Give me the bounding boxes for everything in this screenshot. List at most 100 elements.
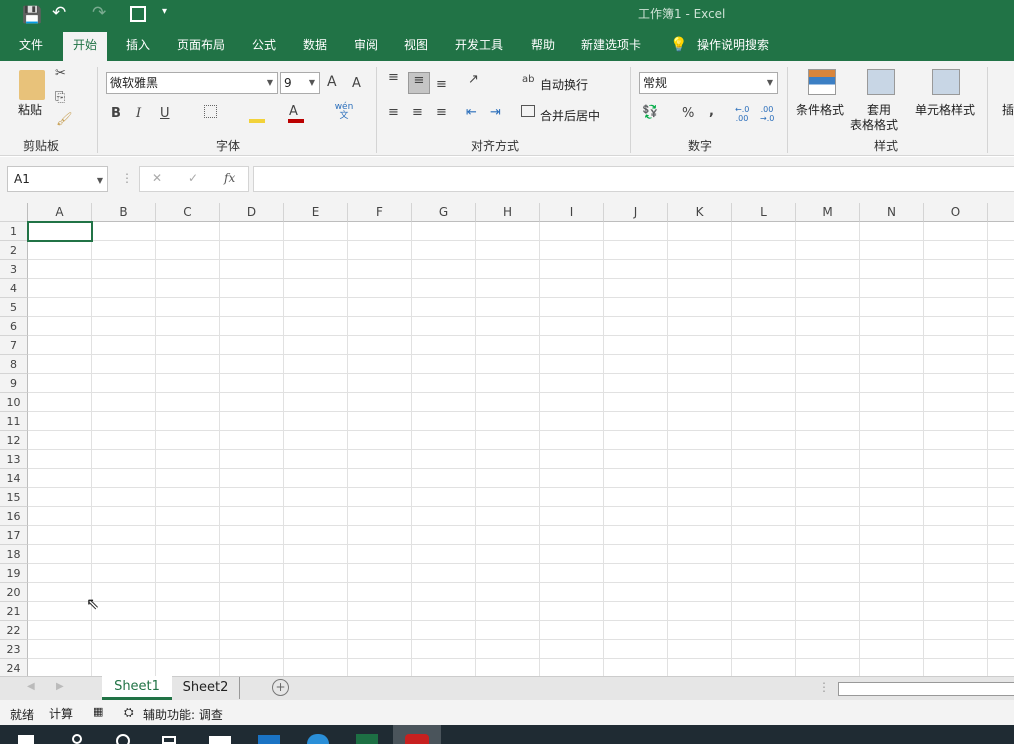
tell-me-search[interactable]: 操作说明搜索 <box>687 32 779 61</box>
increase-decimal-button[interactable]: ←.0 .00 <box>735 105 749 123</box>
row-header-11[interactable]: 11 <box>0 412 28 431</box>
row-header-4[interactable]: 4 <box>0 279 28 298</box>
tab-new[interactable]: 新建选项卡 <box>571 32 651 61</box>
grow-font-button[interactable]: A <box>327 74 337 90</box>
column-header-M[interactable]: M <box>796 203 860 222</box>
align-bottom-icon[interactable]: ≡ <box>436 77 447 92</box>
tab-view[interactable]: 视图 <box>394 32 438 61</box>
orientation-icon[interactable]: ↗ <box>468 72 479 87</box>
row-header-24[interactable]: 24 <box>0 659 28 676</box>
paste-button[interactable]: 粘贴 <box>18 101 42 118</box>
insert-button[interactable]: 插 <box>1002 101 1014 118</box>
align-left-icon[interactable]: ≡ <box>388 105 399 120</box>
tab-review[interactable]: 审阅 <box>344 32 388 61</box>
tab-home[interactable]: 开始 <box>63 32 108 61</box>
insert-function-icon[interactable]: fx <box>224 171 235 185</box>
worksheet-grid[interactable]: A B C D E F G H I J K L M N O 1 2 3 4 5 6 7 8 9 10 11 12 13 14 15 16 17… <box>0 203 1014 676</box>
row-header-15[interactable]: 15 <box>0 488 28 507</box>
row-header-17[interactable]: 17 <box>0 526 28 545</box>
row-header-1[interactable]: 1 <box>0 222 28 241</box>
row-header-5[interactable]: 5 <box>0 298 28 317</box>
conditional-format-button[interactable]: 条件格式 <box>796 101 844 118</box>
column-header-E[interactable]: E <box>284 203 348 222</box>
row-header-2[interactable]: 2 <box>0 241 28 260</box>
column-header-K[interactable]: K <box>668 203 732 222</box>
font-name-select[interactable]: 微软雅黑 ▼ <box>106 72 278 94</box>
formula-input[interactable] <box>253 166 1014 192</box>
excel-icon[interactable] <box>356 734 378 744</box>
cut-icon[interactable]: ✂ <box>55 66 66 81</box>
row-header-14[interactable]: 14 <box>0 469 28 488</box>
row-header-23[interactable]: 23 <box>0 640 28 659</box>
tab-help[interactable]: 帮助 <box>521 32 565 61</box>
row-header-22[interactable]: 22 <box>0 621 28 640</box>
font-color-icon[interactable]: A <box>289 104 298 119</box>
accessibility-status[interactable]: 辅助功能: 调查 <box>143 706 223 723</box>
borders-icon[interactable] <box>204 105 217 118</box>
row-header-10[interactable]: 10 <box>0 393 28 412</box>
row-header-9[interactable]: 9 <box>0 374 28 393</box>
name-box[interactable]: A1 ▼ <box>7 166 108 192</box>
customize-qat-icon[interactable]: ▾ <box>162 6 167 17</box>
align-center-icon[interactable]: ≡ <box>412 105 423 120</box>
accounting-format-icon[interactable]: 💱 <box>642 105 658 120</box>
column-header-B[interactable]: B <box>92 203 156 222</box>
tab-page-layout[interactable]: 页面布局 <box>167 32 235 61</box>
search-icon[interactable] <box>72 734 82 744</box>
wrap-text-button[interactable]: 自动换行 <box>540 76 588 93</box>
number-format-select[interactable]: 常规 ▼ <box>639 72 778 94</box>
redo-icon[interactable]: ↷ <box>92 3 106 23</box>
active-app[interactable] <box>393 725 441 744</box>
task-view-icon[interactable] <box>162 736 176 744</box>
row-header-3[interactable]: 3 <box>0 260 28 279</box>
shrink-font-button[interactable]: A <box>352 76 361 91</box>
increase-indent-icon[interactable]: ⇥ <box>490 105 501 120</box>
sheet-tab-sheet2[interactable]: Sheet2 <box>172 677 240 699</box>
row-header-20[interactable]: 20 <box>0 583 28 602</box>
decrease-indent-icon[interactable]: ⇤ <box>466 105 477 120</box>
column-header-H[interactable]: H <box>476 203 540 222</box>
tab-file[interactable]: 文件 <box>9 32 53 61</box>
column-header-D[interactable]: D <box>220 203 284 222</box>
column-header-partial[interactable] <box>988 203 1014 222</box>
save-icon[interactable]: 💾 <box>22 5 42 24</box>
italic-button[interactable]: I <box>136 106 141 121</box>
edge-icon[interactable] <box>307 734 329 744</box>
accessibility-icon[interactable]: ⛭ <box>124 705 134 720</box>
column-header-G[interactable]: G <box>412 203 476 222</box>
column-header-F[interactable]: F <box>348 203 412 222</box>
row-header-16[interactable]: 16 <box>0 507 28 526</box>
outlook-icon[interactable] <box>258 735 280 744</box>
sheet-tab-sheet1[interactable]: Sheet1 <box>102 676 172 700</box>
comma-button[interactable]: , <box>709 104 714 119</box>
macro-record-icon[interactable]: ▦ <box>93 705 103 718</box>
paste-icon[interactable] <box>19 70 45 100</box>
fill-color-icon[interactable] <box>249 119 265 123</box>
row-header-6[interactable]: 6 <box>0 317 28 336</box>
row-header-18[interactable]: 18 <box>0 545 28 564</box>
row-header-19[interactable]: 19 <box>0 564 28 583</box>
row-header-13[interactable]: 13 <box>0 450 28 469</box>
scroll-left-icon[interactable]: ◀ <box>27 681 35 692</box>
bold-button[interactable]: B <box>111 106 121 121</box>
row-header-12[interactable]: 12 <box>0 431 28 450</box>
windows-start-icon[interactable] <box>18 735 34 744</box>
row-header-21[interactable]: 21 <box>0 602 28 621</box>
copy-icon[interactable]: ⎘ <box>55 90 65 105</box>
status-calculate[interactable]: 计算 <box>49 705 73 722</box>
store-icon[interactable] <box>209 736 231 744</box>
cell-styles-button[interactable]: 单元格样式 <box>915 101 975 118</box>
cancel-icon[interactable]: ✕ <box>152 171 162 185</box>
column-header-I[interactable]: I <box>540 203 604 222</box>
column-header-O[interactable]: O <box>924 203 988 222</box>
font-size-select[interactable]: 9 ▼ <box>280 72 320 94</box>
column-header-J[interactable]: J <box>604 203 668 222</box>
column-header-A[interactable]: A <box>28 203 92 222</box>
tab-data[interactable]: 数据 <box>293 32 337 61</box>
align-top-icon[interactable]: ≡ <box>388 70 399 85</box>
cortana-icon[interactable] <box>116 734 130 748</box>
scroll-right-icon[interactable]: ▶ <box>56 681 64 692</box>
active-cell-A1[interactable] <box>27 221 93 242</box>
column-header-N[interactable]: N <box>860 203 924 222</box>
format-table-button-2[interactable]: 表格格式 <box>850 116 898 133</box>
